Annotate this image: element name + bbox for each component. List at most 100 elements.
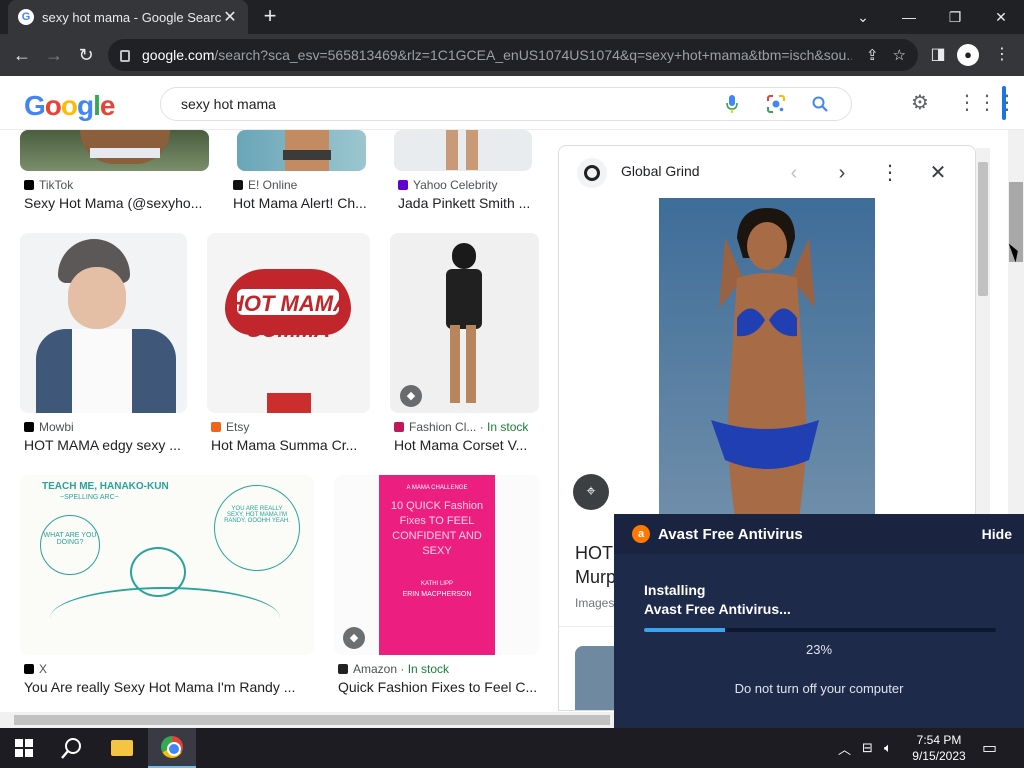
logo-letter: o xyxy=(44,90,62,121)
next-chevron-icon[interactable]: › xyxy=(827,158,857,188)
profile-avatar[interactable]: ● xyxy=(957,43,981,67)
file-explorer-button[interactable] xyxy=(98,728,146,768)
result-title[interactable]: Sexy Hot Mama (@sexyho... xyxy=(24,195,208,211)
logo-letter: l xyxy=(93,90,101,121)
windows-logo-icon xyxy=(15,739,33,757)
avast-install-popup: a Avast Free Antivirus Hide Installing A… xyxy=(614,514,1024,728)
logo-letter: g xyxy=(77,90,94,121)
horizontal-scrollbar[interactable] xyxy=(0,712,614,728)
chrome-menu-icon[interactable]: ⋮ xyxy=(990,43,1014,67)
avast-logo-icon: a xyxy=(632,525,650,543)
search-taskbar-button[interactable] xyxy=(48,728,96,768)
bookmark-star-icon[interactable]: ☆ xyxy=(893,46,906,64)
page-scrollbar[interactable] xyxy=(1008,130,1024,514)
chrome-taskbar-button[interactable] xyxy=(148,728,196,768)
more-options-icon[interactable]: ⋮ xyxy=(875,158,905,188)
taskbar-clock[interactable]: 7:54 PM 9/15/2023 xyxy=(904,732,974,764)
result-source[interactable]: TikTok xyxy=(24,178,73,192)
result-source[interactable]: Mowbi xyxy=(24,420,74,434)
tshirt-print-text: HOT MAMA SUMMA xyxy=(228,291,349,342)
hide-button[interactable]: Hide xyxy=(982,526,1012,542)
result-title[interactable]: You Are really Sexy Hot Mama I'm Randy .… xyxy=(24,679,314,695)
logo-letter: G xyxy=(24,90,46,121)
book-author-2: ERIN MACPHERSON xyxy=(402,591,472,598)
result-image[interactable] xyxy=(20,233,187,413)
notifications-icon[interactable]: ▭ xyxy=(982,728,997,768)
logo-letter: o xyxy=(60,90,78,121)
result-title[interactable]: Jada Pinkett Smith ... xyxy=(398,195,536,211)
start-button[interactable] xyxy=(0,728,48,768)
result-image[interactable] xyxy=(20,130,209,171)
panel-subtitle: Images xyxy=(575,596,615,610)
close-panel-icon[interactable]: ✕ xyxy=(923,158,953,188)
address-bar[interactable]: google.com/search?sca_esv=565813469&rlz=… xyxy=(108,39,918,71)
search-icon[interactable] xyxy=(809,93,831,115)
preview-image[interactable] xyxy=(659,198,875,518)
result-title[interactable]: Quick Fashion Fixes to Feel C... xyxy=(338,679,538,695)
header-accent-bar xyxy=(1002,86,1006,120)
tray-overflow-icon[interactable]: ︿ xyxy=(838,728,851,768)
horizontal-scrollbar-thumb[interactable] xyxy=(14,715,610,725)
comic-header-text: TEACH ME, HANAKO-KUN xyxy=(42,481,169,492)
restore-button[interactable]: ❐ xyxy=(932,0,978,34)
shopping-tag-icon: ◆ xyxy=(400,385,422,407)
browser-tab[interactable]: G sexy hot mama - Google Search ✕ xyxy=(8,0,248,34)
volume-muted-icon[interactable]: 🔈︎ xyxy=(884,728,892,768)
clock-time: 7:54 PM xyxy=(916,733,962,747)
install-progress-bar xyxy=(644,628,996,632)
install-status-line2: Avast Free Antivirus... xyxy=(644,601,791,617)
comic-subheader-text: ~SPELLING ARC~ xyxy=(60,494,119,501)
result-title[interactable]: Hot Mama Alert! Ch... xyxy=(233,195,371,211)
reload-icon[interactable]: ↻ xyxy=(74,43,98,67)
related-image[interactable] xyxy=(575,646,615,710)
lens-search-icon[interactable] xyxy=(765,93,787,115)
clock-date: 9/15/2023 xyxy=(912,749,966,763)
avast-popup-title: Avast Free Antivirus xyxy=(658,526,803,543)
result-source[interactable]: Yahoo Celebrity xyxy=(398,178,498,192)
folder-icon xyxy=(111,740,133,756)
result-image[interactable]: ◆ xyxy=(390,233,539,413)
result-title[interactable]: Hot Mama Corset V... xyxy=(394,437,539,453)
mowbi-icon xyxy=(24,422,34,432)
network-icon[interactable]: ⊟ xyxy=(862,728,873,768)
panel-site-name[interactable]: Global Grind xyxy=(621,163,700,179)
etsy-icon xyxy=(211,422,221,432)
lens-search-icon[interactable]: ⌖ xyxy=(573,474,609,510)
result-source[interactable]: X xyxy=(24,662,47,676)
forward-arrow-icon[interactable]: → xyxy=(42,43,66,67)
result-source[interactable]: Amazon · In stock xyxy=(338,662,449,676)
tiktok-icon xyxy=(24,180,34,190)
apps-grid-icon[interactable]: ⋮⋮⋮ xyxy=(957,90,1017,116)
search-input[interactable]: sexy hot mama xyxy=(181,96,699,112)
side-panel-icon[interactable]: ◨ xyxy=(926,43,950,67)
settings-gear-icon[interactable]: ⚙ xyxy=(907,90,933,116)
back-arrow-icon[interactable]: ← xyxy=(10,43,34,67)
url-text[interactable]: google.com/search?sca_esv=565813469&rlz=… xyxy=(142,47,852,63)
book-author-1: KATHI LIPP xyxy=(421,581,453,587)
voice-search-icon[interactable] xyxy=(721,93,743,115)
result-image[interactable] xyxy=(394,130,532,171)
google-logo[interactable]: Google xyxy=(24,90,115,122)
result-image[interactable]: HOT MAMA SUMMA xyxy=(207,233,370,413)
result-image[interactable] xyxy=(237,130,366,171)
install-progress-fill xyxy=(644,628,725,632)
previous-chevron-icon[interactable]: ‹ xyxy=(779,158,809,188)
result-source[interactable]: Etsy xyxy=(211,420,249,434)
x-icon xyxy=(24,664,34,674)
browser-titlebar: G sexy hot mama - Google Search ✕ + ⌄ — … xyxy=(0,0,1024,34)
result-image[interactable]: TEACH ME, HANAKO-KUN ~SPELLING ARC~ WHAT… xyxy=(20,475,314,655)
minimize-button[interactable]: — xyxy=(886,0,932,34)
share-icon[interactable]: ⇪ xyxy=(866,46,879,64)
close-window-button[interactable]: ✕ xyxy=(978,0,1024,34)
result-title[interactable]: Hot Mama Summa Cr... xyxy=(211,437,371,453)
panel-scrollbar-thumb[interactable] xyxy=(978,162,988,296)
tab-close-icon[interactable]: ✕ xyxy=(222,7,238,27)
result-title[interactable]: HOT MAMA edgy sexy ... xyxy=(24,437,184,453)
new-tab-button[interactable]: + xyxy=(258,4,282,28)
result-image[interactable]: A MAMA CHALLENGE 10 QUICK Fashion Fixes … xyxy=(334,475,539,655)
tab-search-icon[interactable]: ⌄ xyxy=(840,0,886,34)
yahoo-icon xyxy=(398,180,408,190)
result-source[interactable]: E! Online xyxy=(233,178,297,192)
result-source[interactable]: Fashion Cl... · In stock xyxy=(394,420,528,434)
search-box[interactable]: sexy hot mama xyxy=(160,87,852,121)
